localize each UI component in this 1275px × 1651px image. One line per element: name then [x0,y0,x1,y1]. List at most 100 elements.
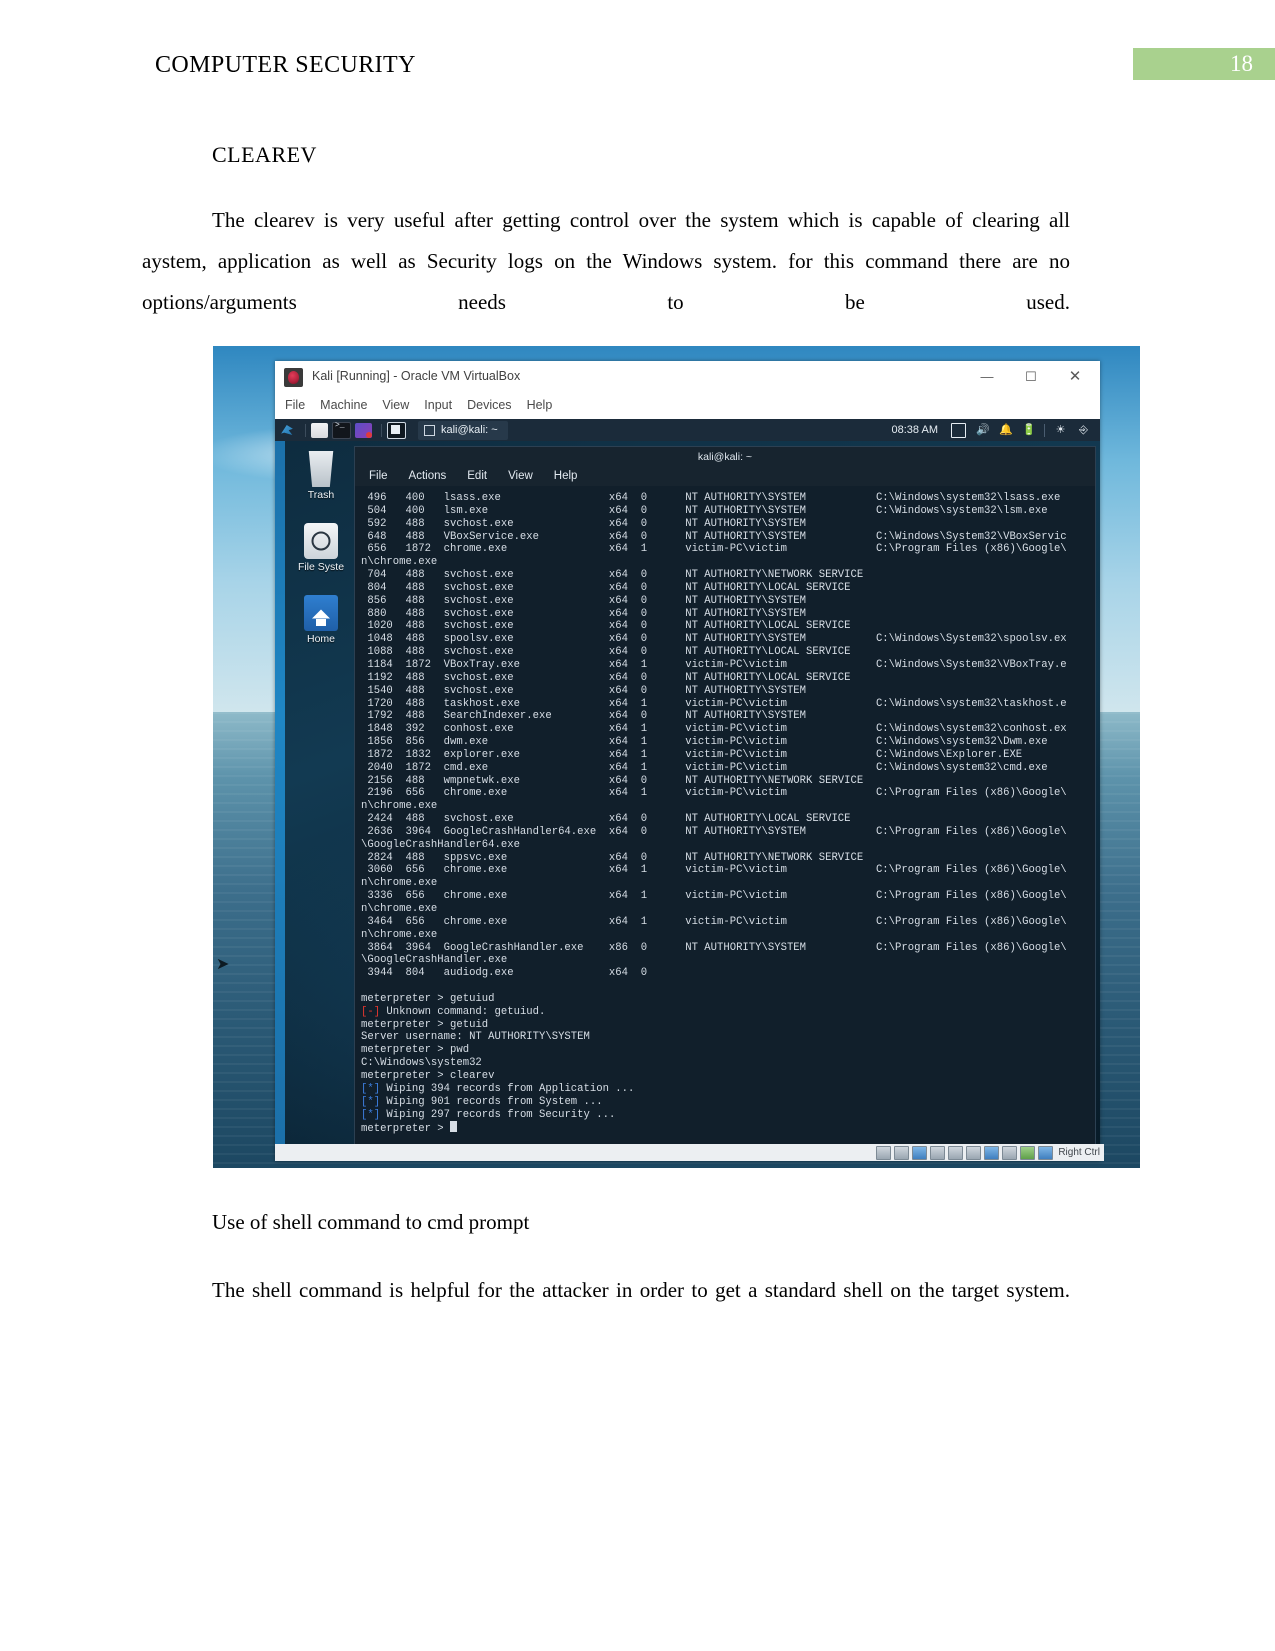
terminal-message: Unknown command: getuiud. [380,1005,546,1018]
terminal-active-icon[interactable] [387,421,406,439]
terminal-process-line: 1872 1832 explorer.exe x64 1 victim-PC\v… [361,748,1023,761]
taskbar-window-button[interactable]: kali@kali: ~ [418,420,508,440]
clock[interactable]: 08:38 AM [892,424,938,436]
page-title: COMPUTER SECURITY [155,52,416,78]
desktop-icons: Trash File Syste Home [289,451,353,667]
network-icon[interactable]: ☀ [1054,424,1067,437]
terminal-prompt-line: meterpreter > getuiud [361,993,1095,1006]
status-recording-icon [1002,1145,1018,1160]
terminal-command: > clearev [430,1069,495,1082]
filesystem-icon [304,523,338,559]
virtualbox-statusbar: Right Ctrl [275,1144,1104,1161]
kali-menu-icon[interactable] [279,423,296,438]
display-icon[interactable] [951,422,966,438]
taskbar-window-title: kali@kali: ~ [441,424,498,436]
terminal-process-line: 1720 488 taskhost.exe x64 1 victim-PC\vi… [361,697,1067,710]
terminal-window: kali@kali: ~ File Actions Edit View Help… [354,446,1096,1151]
volume-icon[interactable]: 🔊 [976,424,990,437]
terminal-titlebar: kali@kali: ~ [355,447,1095,466]
terminal-process-line: 2040 1872 cmd.exe x64 1 victim-PC\victim… [361,761,1048,774]
status-network-icon [930,1145,946,1160]
browser-icon[interactable] [355,422,372,438]
panel-launchers: kali@kali: ~ [275,420,508,440]
close-button[interactable]: ✕ [1058,367,1092,387]
section-heading: CLEAREV [212,142,317,167]
virtualbox-menubar: File Machine View Input Devices Help [275,395,1100,419]
terminal-process-line: 1048 488 spoolsv.exe x64 0 NT AUTHORITY\… [361,633,1067,646]
terminal-process-line: 656 1872 chrome.exe x64 1 victim-PC\vict… [361,543,1067,556]
notification-icon[interactable]: 🔔 [999,424,1013,437]
terminal-process-line: 804 488 svchost.exe x64 0 NT AUTHORITY\L… [361,581,851,594]
terminal-process-line: 496 400 lsass.exe x64 0 NT AUTHORITY\SYS… [361,492,1061,504]
terminal-process-line: 3336 656 chrome.exe x64 1 victim-PC\vict… [361,890,1067,903]
terminal-output-line: C:\Windows\system32 [361,1057,482,1070]
desktop-icon-filesystem[interactable]: File Syste [289,523,353,573]
terminal-process-line: 2424 488 svchost.exe x64 0 NT AUTHORITY\… [361,813,851,826]
info-marker: [*] [361,1095,381,1108]
terminal-process-line: 1184 1872 VBoxTray.exe x64 1 victim-PC\v… [361,658,1067,671]
terminal-process-line: 1856 856 dwm.exe x64 1 victim-PC\victim … [361,736,1048,749]
status-keyboard-icon [1038,1145,1054,1160]
document-header: COMPUTER SECURITY 18 [0,48,1275,92]
terminal-menu-view[interactable]: View [508,470,533,482]
terminal-icon[interactable] [332,421,351,439]
terminal-message: Wiping 394 records from Application ... [380,1082,635,1095]
battery-icon[interactable]: 🔋 [1022,424,1036,437]
trash-icon [308,451,334,487]
terminal-command: > [430,1123,451,1136]
power-icon[interactable]: ⎆ [1077,424,1090,437]
info-marker: [*] [361,1108,381,1121]
terminal-command: > pwd [430,1044,470,1057]
menu-devices[interactable]: Devices [467,395,520,412]
terminal-menu-edit[interactable]: Edit [467,470,487,482]
tray-divider [1044,423,1045,437]
paragraph-intro: The clearev is very useful after getting… [142,208,1070,314]
meterpreter-prompt: meterpreter [361,1069,431,1082]
terminal-process-line: n\chrome.exe [361,800,438,813]
kali-side-accent [275,419,285,1161]
status-sharedfolder-icon [966,1145,982,1160]
terminal-process-line: 2824 488 sppsvc.exe x64 0 NT AUTHORITY\N… [361,851,864,864]
menu-view[interactable]: View [382,395,418,412]
desktop-icon-trash[interactable]: Trash [289,451,353,501]
host-key-hint: Right Ctrl [1058,1147,1100,1158]
terminal-prompt-line: meterpreter > [361,1121,1095,1136]
status-hdd-icon [876,1145,892,1160]
terminal-info-line: [*] Wiping 394 records from Application … [361,1083,1095,1096]
terminal-process-line: 1540 488 svchost.exe x64 0 NT AUTHORITY\… [361,684,807,697]
terminal-process-line: 856 488 svchost.exe x64 0 NT AUTHORITY\S… [361,594,807,607]
terminal-menu-file[interactable]: File [369,470,388,482]
virtualbox-icon [284,368,303,387]
menu-file[interactable]: File [285,395,314,412]
minimize-button[interactable]: — [970,367,1004,387]
terminal-process-line: 592 488 svchost.exe x64 0 NT AUTHORITY\S… [361,517,807,530]
files-icon[interactable] [311,422,328,438]
terminal-output-line: Server username: NT AUTHORITY\SYSTEM [361,1031,590,1044]
menu-help[interactable]: Help [527,395,562,412]
info-marker: [*] [361,1082,381,1095]
terminal-process-line: 3944 804 audiodg.exe x64 0 [361,967,648,980]
panel-separator-2 [381,423,382,437]
terminal-cursor [450,1121,458,1133]
terminal-process-line: 3060 656 chrome.exe x64 1 victim-PC\vict… [361,864,1067,877]
terminal-process-line: 2156 488 wmpnetwk.exe x64 0 NT AUTHORITY… [361,774,864,787]
terminal-menu-actions[interactable]: Actions [409,470,447,482]
terminal-process-line: 1088 488 svchost.exe x64 0 NT AUTHORITY\… [361,646,851,659]
terminal-title: kali@kali: ~ [697,450,753,463]
terminal-menu-help[interactable]: Help [554,470,578,482]
meterpreter-prompt: meterpreter [361,1018,431,1031]
terminal-output[interactable]: 496 400 lsass.exe x64 0 NT AUTHORITY\SYS… [355,486,1095,1151]
terminal-command: > getuid [430,1018,489,1031]
terminal-process-line: 3864 3964 GoogleCrashHandler.exe x86 0 N… [361,941,1067,954]
terminal-process-line: 1192 488 svchost.exe x64 0 NT AUTHORITY\… [361,671,851,684]
terminal-prompt-line: meterpreter > clearev [361,1070,1095,1083]
kali-guest-screen: kali@kali: ~ 08:38 AM 🔊 🔔 🔋 ☀ ⎆ [275,419,1100,1161]
terminal-process-line: 3464 656 chrome.exe x64 1 victim-PC\vict… [361,915,1067,928]
menu-machine[interactable]: Machine [320,395,376,412]
terminal-message: Wiping 901 records from System ... [380,1095,603,1108]
menu-input[interactable]: Input [424,395,461,412]
window-glyph-icon [424,424,435,436]
maximize-button[interactable]: ☐ [1014,367,1048,387]
desktop-icon-home[interactable]: Home [289,595,353,645]
